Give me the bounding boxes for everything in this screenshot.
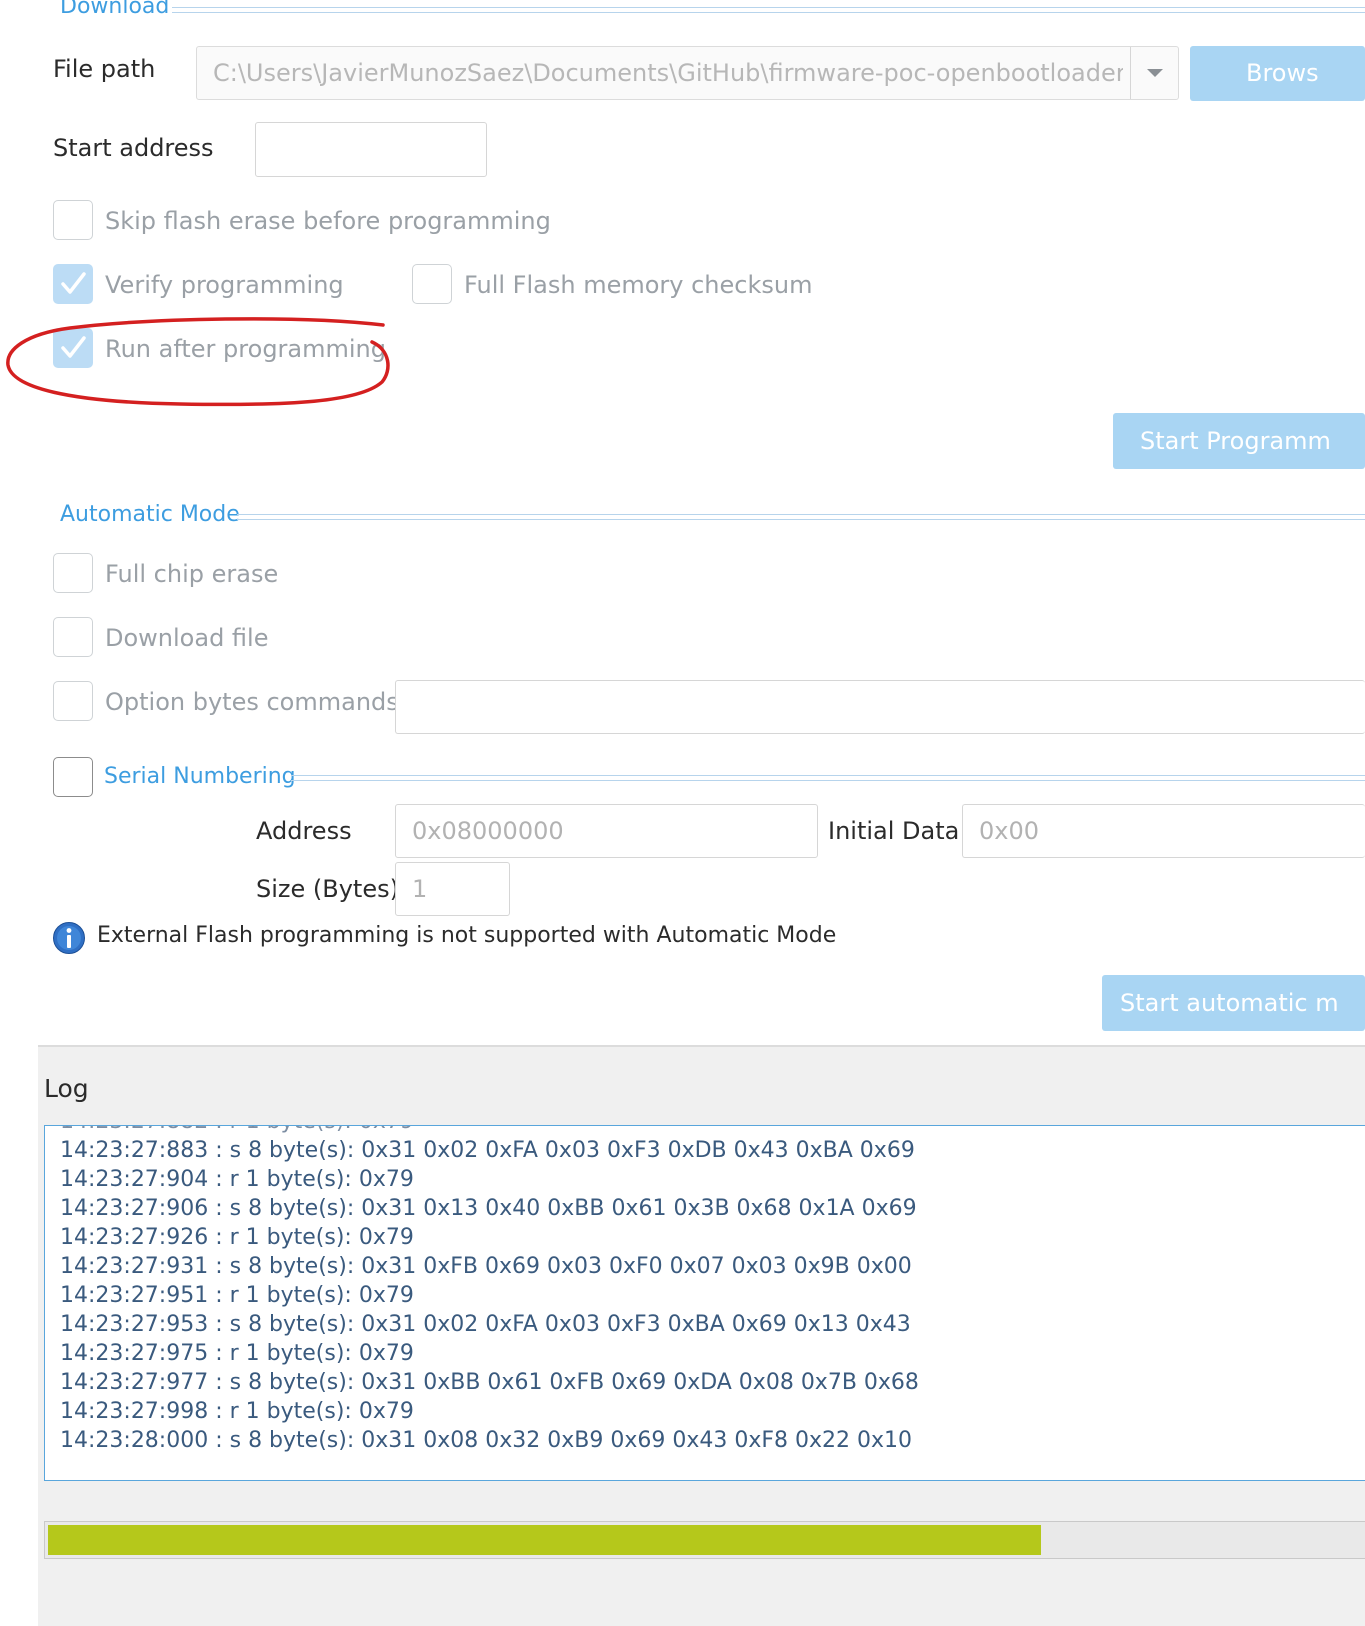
file-path-label: File path <box>53 55 156 83</box>
option-bytes-input[interactable] <box>395 680 1365 734</box>
address-label: Address <box>256 817 352 845</box>
serial-numbering-line <box>291 775 1365 781</box>
verify-programming-checkbox[interactable] <box>53 264 93 304</box>
log-line: 14:23:27:883 : s 8 byte(s): 0x31 0x02 0x… <box>60 1138 915 1163</box>
log-line: 14:23:27:926 : r 1 byte(s): 0x79 <box>60 1225 414 1250</box>
option-bytes-checkbox[interactable] <box>53 681 93 721</box>
log-title: Log <box>44 1074 89 1103</box>
checkmark-icon <box>61 272 86 294</box>
file-path-dropdown-button[interactable] <box>1130 47 1178 99</box>
log-textarea[interactable]: 14:23:27:882 : r 1 byte(s): 0x79 14:23:2… <box>44 1125 1365 1481</box>
full-checksum-label: Full Flash memory checksum <box>464 271 813 299</box>
log-line-partial: 14:23:27:882 : r 1 byte(s): 0x79 <box>60 1126 414 1134</box>
log-line: 14:23:27:977 : s 8 byte(s): 0x31 0xBB 0x… <box>60 1370 919 1395</box>
serial-numbering-title: Serial Numbering <box>104 764 306 789</box>
browse-button[interactable]: Brows <box>1190 46 1365 101</box>
start-address-label: Start address <box>53 134 214 162</box>
address-input[interactable]: 0x08000000 <box>395 804 818 858</box>
serial-numbering-checkbox[interactable] <box>53 757 93 797</box>
progress-bar-fill <box>48 1525 1041 1555</box>
start-automatic-mode-button[interactable]: Start automatic m <box>1102 975 1365 1031</box>
log-line: 14:23:27:951 : r 1 byte(s): 0x79 <box>60 1283 414 1308</box>
automatic-mode-line <box>237 514 1365 520</box>
start-address-input[interactable] <box>255 122 487 177</box>
download-file-checkbox[interactable] <box>53 617 93 657</box>
size-bytes-input[interactable]: 1 <box>395 862 510 916</box>
skip-erase-label: Skip flash erase before programming <box>105 207 551 235</box>
external-flash-info-text: External Flash programming is not suppor… <box>97 923 837 948</box>
annotation-circle <box>6 317 390 407</box>
option-bytes-label: Option bytes commands <box>105 688 399 716</box>
chevron-down-icon <box>1146 69 1163 77</box>
full-chip-erase-label: Full chip erase <box>105 560 279 588</box>
log-line: 14:23:28:000 : s 8 byte(s): 0x31 0x08 0x… <box>60 1428 913 1453</box>
log-line: 14:23:27:906 : s 8 byte(s): 0x31 0x13 0x… <box>60 1196 917 1221</box>
log-line: 14:23:27:931 : s 8 byte(s): 0x31 0xFB 0x… <box>60 1254 912 1279</box>
download-section-line <box>172 7 1365 13</box>
log-line: 14:23:27:904 : r 1 byte(s): 0x79 <box>60 1167 414 1192</box>
download-file-label: Download file <box>105 624 269 652</box>
file-path-combobox[interactable]: C:\Users\JavierMunozSaez\Documents\GitHu… <box>196 46 1179 100</box>
progress-bar <box>44 1521 1365 1559</box>
initial-data-label: Initial Data <box>828 817 960 845</box>
log-line: 14:23:27:953 : s 8 byte(s): 0x31 0x02 0x… <box>60 1312 911 1337</box>
full-checksum-checkbox[interactable] <box>412 264 452 304</box>
verify-programming-label: Verify programming <box>105 271 344 299</box>
log-line: 14:23:27:998 : r 1 byte(s): 0x79 <box>60 1399 414 1424</box>
download-section-title: Download <box>60 0 180 19</box>
file-path-value: C:\Users\JavierMunozSaez\Documents\GitHu… <box>213 59 1123 87</box>
full-chip-erase-checkbox[interactable] <box>53 553 93 593</box>
size-bytes-label: Size (Bytes) <box>256 875 399 903</box>
log-line: 14:23:27:975 : r 1 byte(s): 0x79 <box>60 1341 414 1366</box>
automatic-mode-title: Automatic Mode <box>60 502 250 527</box>
info-icon <box>53 922 85 954</box>
start-programming-button[interactable]: Start Programm <box>1113 413 1365 469</box>
skip-erase-checkbox[interactable] <box>53 200 93 240</box>
initial-data-input[interactable]: 0x00 <box>962 804 1365 858</box>
